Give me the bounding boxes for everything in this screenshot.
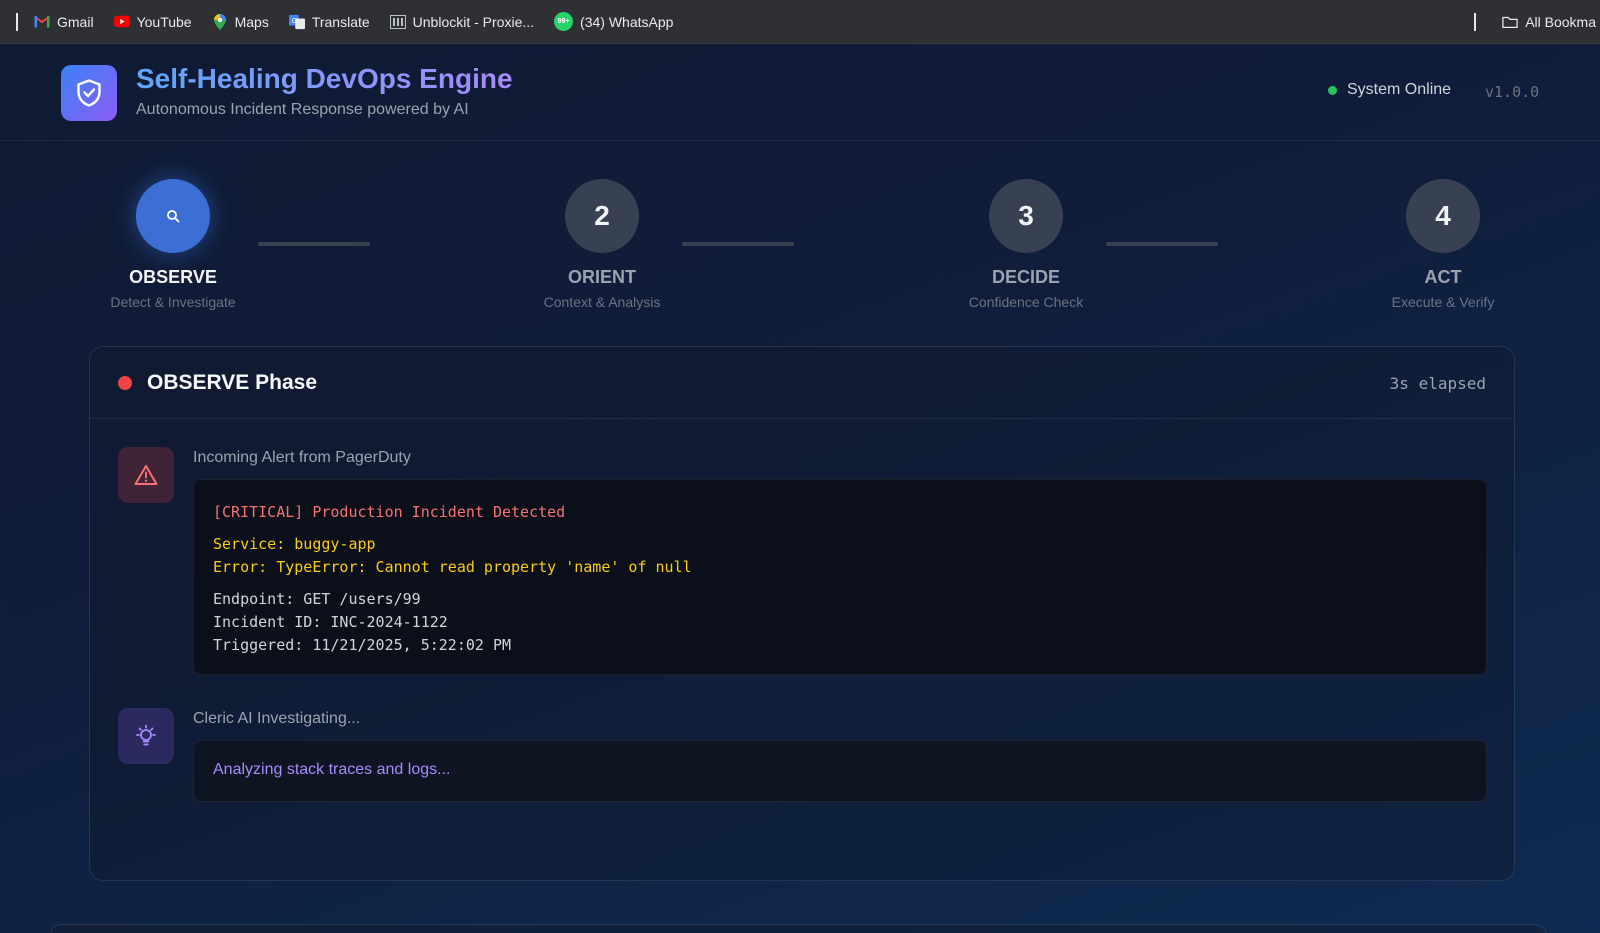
- step-desc: Context & Analysis: [543, 294, 661, 310]
- whatsapp-icon: 99+: [554, 12, 574, 31]
- app-header: Self-Healing DevOps Engine Autonomous In…: [0, 44, 1600, 141]
- app-title: Self-Healing DevOps Engine: [136, 63, 513, 94]
- all-bookmarks-label: All Bookma: [1525, 14, 1596, 30]
- status-dot-icon: [1328, 85, 1337, 95]
- lightbulb-icon: [118, 708, 174, 764]
- all-bookmarks-area: All Bookma: [1474, 0, 1600, 44]
- bookmark-label: Translate: [311, 13, 370, 30]
- next-panel-edge: [48, 924, 1548, 933]
- phase-status-dot: [118, 376, 132, 390]
- step-name: DECIDE: [991, 267, 1060, 287]
- log-triggered-line: Triggered: 11/21/2025, 5:22:02 PM: [213, 636, 512, 654]
- step-connector: [682, 242, 794, 246]
- ai-message: Analyzing stack traces and logs...: [213, 761, 451, 778]
- alert-source-label: Incoming Alert from PagerDuty: [193, 449, 411, 466]
- bookmarks-divider: [1474, 13, 1477, 31]
- folder-icon: [1502, 14, 1518, 30]
- phase-card: OBSERVE Phase 3s elapsed Incoming Alert …: [89, 346, 1515, 881]
- step-observe-circle: [136, 179, 210, 253]
- ai-status-label: Cleric AI Investigating...: [193, 710, 361, 727]
- bookmark-label: (34) WhatsApp: [580, 13, 674, 30]
- bookmark-gmail[interactable]: Gmail: [34, 14, 94, 30]
- bookmark-label: Unblockit - Proxie...: [412, 13, 535, 30]
- ai-message-box: Analyzing stack traces and logs...: [193, 740, 1487, 802]
- bookmarks-divider: [16, 12, 18, 31]
- system-status: System Online: [1328, 81, 1451, 99]
- bookmarks-bar: Gmail YouTube Maps G Translate Unblockit…: [0, 0, 1600, 44]
- warning-triangle-icon: [118, 447, 174, 503]
- status-label: System Online: [1347, 81, 1452, 98]
- step-act-circle: 4: [1406, 179, 1480, 253]
- step-orient-circle: 2: [565, 179, 639, 253]
- unblockit-icon: [389, 14, 406, 30]
- step-name: ORIENT: [567, 267, 636, 287]
- step-desc: Confidence Check: [968, 294, 1084, 310]
- phase-title: OBSERVE Phase: [147, 371, 318, 394]
- bookmark-whatsapp[interactable]: 99+ (34) WhatsApp: [554, 12, 673, 31]
- alert-log: [CRITICAL] Production Incident Detected …: [193, 479, 1487, 675]
- search-icon: [167, 210, 180, 223]
- all-bookmarks-button[interactable]: All Bookma: [1502, 14, 1596, 30]
- svg-text:G: G: [291, 15, 297, 24]
- whatsapp-badge: 99+: [557, 18, 570, 25]
- step-decide-circle: 3: [989, 179, 1063, 253]
- log-error-line: Error: TypeError: Cannot read property '…: [213, 558, 692, 576]
- step-observe: OBSERVE Detect & Investigate: [83, 179, 263, 310]
- step-act: 4 ACT Execute & Verify: [1353, 179, 1533, 310]
- maps-icon: [212, 13, 228, 30]
- step-desc: Detect & Investigate: [110, 294, 236, 310]
- step-name: ACT: [1424, 267, 1462, 287]
- log-endpoint-line: Endpoint: GET /users/99: [213, 590, 421, 608]
- shield-logo-icon: [61, 65, 117, 121]
- step-connector: [258, 242, 370, 246]
- phase-card-header: OBSERVE Phase 3s elapsed: [90, 347, 1514, 419]
- step-name: OBSERVE: [129, 267, 217, 287]
- translate-icon: G: [288, 14, 305, 30]
- elapsed-timer: 3s elapsed: [1389, 374, 1486, 393]
- bookmark-youtube[interactable]: YouTube: [113, 13, 192, 30]
- youtube-icon: [113, 14, 130, 30]
- bookmark-unblockit[interactable]: Unblockit - Proxie...: [389, 13, 535, 30]
- log-service-line: Service: buggy-app: [213, 535, 376, 553]
- step-decide: 3 DECIDE Confidence Check: [936, 179, 1116, 310]
- bookmark-label: YouTube: [136, 13, 192, 30]
- version-label: v1.0.0: [1485, 83, 1540, 101]
- gmail-icon: [34, 14, 50, 30]
- log-critical-line: [CRITICAL] Production Incident Detected: [213, 503, 566, 521]
- bookmark-label: Gmail: [57, 13, 94, 30]
- step-connector: [1106, 242, 1218, 246]
- app-subtitle: Autonomous Incident Response powered by …: [136, 101, 469, 118]
- step-desc: Execute & Verify: [1391, 294, 1495, 310]
- bookmark-translate[interactable]: G Translate: [288, 13, 370, 30]
- bookmark-label: Maps: [234, 13, 269, 30]
- log-incident-line: Incident ID: INC-2024-1122: [213, 613, 448, 631]
- step-orient: 2 ORIENT Context & Analysis: [512, 179, 692, 310]
- bookmark-maps[interactable]: Maps: [212, 13, 269, 30]
